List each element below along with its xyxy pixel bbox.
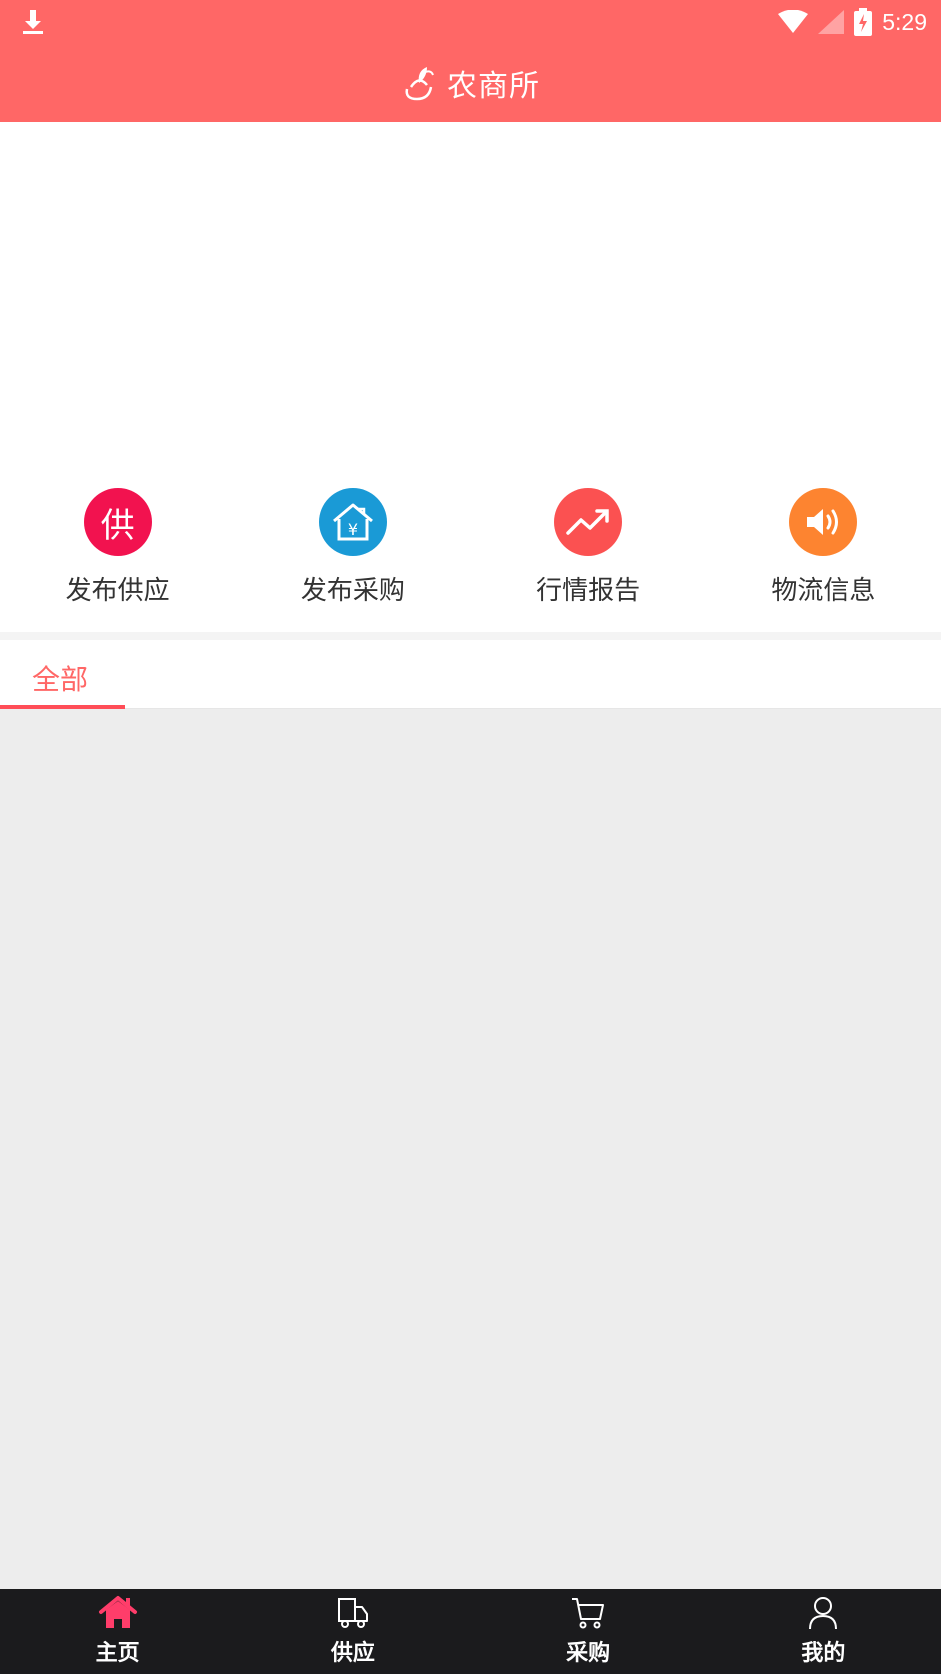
- wifi-icon: [778, 10, 809, 33]
- shortcut-grid: 供 发布供应 ¥ 发布采购 行情报告 物流信息: [0, 462, 941, 632]
- nav-label: 供应: [330, 1641, 375, 1666]
- shortcut-label: 行情报告: [536, 576, 641, 606]
- bottom-nav: 主页 供应 采购 我的: [0, 1589, 941, 1674]
- shortcut-label: 物流信息: [771, 576, 876, 606]
- nav-label: 采购: [566, 1641, 611, 1666]
- purchase-house-yen-icon: ¥: [318, 488, 387, 556]
- banner-area[interactable]: [0, 122, 941, 462]
- speaker-icon: [789, 488, 858, 556]
- svg-text:¥: ¥: [348, 520, 358, 539]
- section-divider: [0, 632, 941, 640]
- trend-up-icon: [554, 488, 623, 556]
- tab-label: 全部: [32, 663, 89, 696]
- category-tabs: 全部: [0, 640, 941, 709]
- truck-icon: [337, 1598, 368, 1628]
- tab-all[interactable]: 全部: [0, 640, 125, 709]
- shortcut-publish-purchase[interactable]: ¥ 发布采购: [235, 462, 470, 632]
- nav-label: 主页: [95, 1641, 140, 1666]
- download-icon: [23, 10, 43, 34]
- nav-item-home[interactable]: 主页: [0, 1589, 235, 1674]
- shortcut-label: 发布供应: [65, 576, 170, 606]
- hand-leaf-logo: [405, 67, 434, 101]
- supply-icon: 供: [83, 488, 152, 556]
- person-icon: [809, 1597, 838, 1630]
- nav-item-supply[interactable]: 供应: [235, 1589, 470, 1674]
- battery-charging-icon: [854, 8, 873, 36]
- cart-icon: [572, 1598, 605, 1629]
- status-time: 5:29: [882, 8, 927, 35]
- nav-label: 我的: [801, 1641, 846, 1666]
- status-bar: 5:29: [0, 0, 941, 44]
- shortcut-logistics-info[interactable]: 物流信息: [706, 462, 941, 632]
- nav-item-purchase[interactable]: 采购: [471, 1589, 706, 1674]
- nav-item-mine[interactable]: 我的: [706, 1589, 941, 1674]
- shortcut-market-report[interactable]: 行情报告: [471, 462, 706, 632]
- title-bar: 农商所: [0, 44, 941, 122]
- app-title: 农商所: [447, 69, 540, 104]
- shortcut-label: 发布采购: [300, 576, 405, 606]
- home-icon: [98, 1596, 137, 1628]
- signal-icon: [818, 10, 845, 34]
- content-list: [0, 709, 941, 1589]
- shortcut-publish-supply[interactable]: 供 发布供应: [0, 462, 235, 632]
